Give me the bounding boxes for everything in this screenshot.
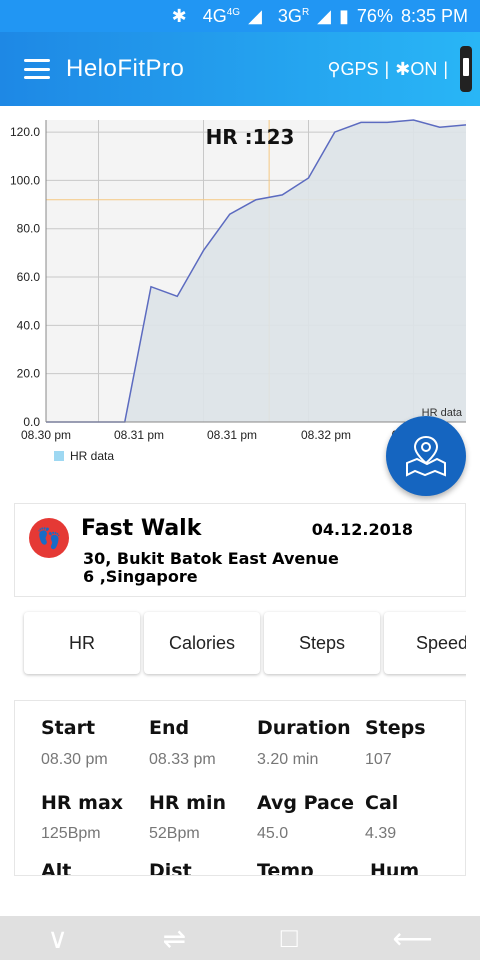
bluetooth-icon: ✱: [171, 5, 187, 26]
app-title: HeloFitPro: [66, 55, 185, 82]
signal-icon: ◢: [317, 5, 332, 26]
app-bar: HeloFitPro ⚲ GPS | ✱ ON |: [0, 32, 480, 106]
chart-title: HR :123: [206, 125, 295, 149]
x-tick-label: 08.31 pm: [114, 428, 164, 442]
legend-label: HR data: [70, 449, 114, 463]
bluetooth-status: ON: [410, 58, 438, 79]
divider: |: [443, 58, 448, 79]
tab-hr[interactable]: HR: [24, 612, 140, 674]
location-pin-icon: ⚲: [327, 58, 341, 79]
y-tick-label: 80.0: [17, 222, 41, 236]
stat-label-avg-pace: Avg Pace: [257, 792, 355, 814]
activity-card: 👣 Fast Walk 04.12.2018 30, Bukit Batok E…: [14, 503, 466, 597]
menu-icon[interactable]: [24, 59, 50, 79]
stat-label-end: End: [149, 717, 190, 739]
stat-value-start: 08.30 pm: [41, 751, 108, 768]
stat-value-hr-min: 52Bpm: [149, 825, 200, 842]
y-tick-label: 20.0: [17, 367, 41, 381]
y-tick-label: 100.0: [10, 173, 40, 187]
y-tick-label: 40.0: [17, 318, 41, 332]
stat-label-duration: Duration: [257, 717, 351, 739]
status-bar: ✱ 4G4G ◢ 3GR ◢ ▮ 76% 8:35 PM: [0, 0, 480, 32]
signal-icon: ◢: [248, 5, 262, 26]
y-tick-label: 60.0: [17, 270, 41, 284]
stat-label-hr-max: HR max: [41, 792, 124, 814]
x-tick-label: 08.30 pm: [21, 428, 71, 442]
nav-down-icon[interactable]: ∨: [47, 922, 68, 955]
legend-swatch: [54, 451, 64, 461]
network-3g: 3GR: [277, 5, 310, 26]
stat-label-temp: Temp: [257, 860, 314, 876]
back-icon[interactable]: ⟵: [392, 922, 432, 955]
x-tick-label: 08.32 pm: [301, 428, 351, 442]
bluetooth-icon: ✱: [395, 58, 411, 79]
clock: 8:35 PM: [400, 5, 468, 26]
stat-value-avg-pace: 45.0: [257, 825, 289, 842]
stats-panel: Start 08.30 pm End 08.33 pm Duration 3.2…: [14, 700, 466, 876]
battery-icon: ▮: [339, 5, 349, 26]
tab-speed[interactable]: Speed: [384, 612, 466, 674]
home-icon[interactable]: □: [281, 922, 298, 954]
stat-label-start: Start: [41, 717, 96, 739]
stat-label-cal: Cal: [365, 792, 399, 814]
network-4g: 4G4G: [202, 5, 241, 26]
battery-percent: 76%: [356, 5, 393, 26]
app-bar-status: ⚲ GPS | ✱ ON |: [327, 46, 472, 92]
y-tick-label: 120.0: [10, 125, 40, 139]
gps-label: GPS: [340, 58, 379, 79]
recents-icon[interactable]: ⇌: [163, 922, 186, 955]
metric-tabs: HR Calories Steps Speed: [14, 600, 466, 696]
footprint-icon: 👣: [29, 518, 69, 558]
map-location-icon: [406, 435, 446, 477]
stat-label-dist: Dist: [149, 860, 192, 876]
system-nav-bar: ∨ ⇌ □ ⟵: [0, 916, 480, 960]
stat-value-duration: 3.20 min: [257, 751, 319, 768]
fitness-band-icon[interactable]: [460, 46, 472, 92]
stat-label-alt: Alt: [41, 860, 72, 876]
tab-calories[interactable]: Calories: [144, 612, 260, 674]
stat-value-hr-max: 125Bpm: [41, 825, 101, 842]
stat-value-cal: 4.39: [365, 825, 397, 842]
stat-value-end: 08.33 pm: [149, 751, 216, 768]
map-button[interactable]: [386, 416, 466, 496]
x-tick-label: 08.31 pm: [207, 428, 257, 442]
activity-address: 30, Bukit Batok East Avenue 6 ,Singapore: [83, 549, 339, 586]
activity-title: Fast Walk: [81, 516, 202, 541]
stat-label-steps: Steps: [365, 717, 426, 739]
tab-steps[interactable]: Steps: [264, 612, 380, 674]
divider: |: [384, 58, 390, 79]
stat-label-hr-min: HR min: [149, 792, 226, 814]
y-tick-label: 0.0: [23, 415, 40, 429]
activity-date: 04.12.2018: [311, 520, 413, 539]
stat-value-steps: 107: [365, 751, 392, 768]
stat-label-hum: Hum: [370, 860, 420, 876]
